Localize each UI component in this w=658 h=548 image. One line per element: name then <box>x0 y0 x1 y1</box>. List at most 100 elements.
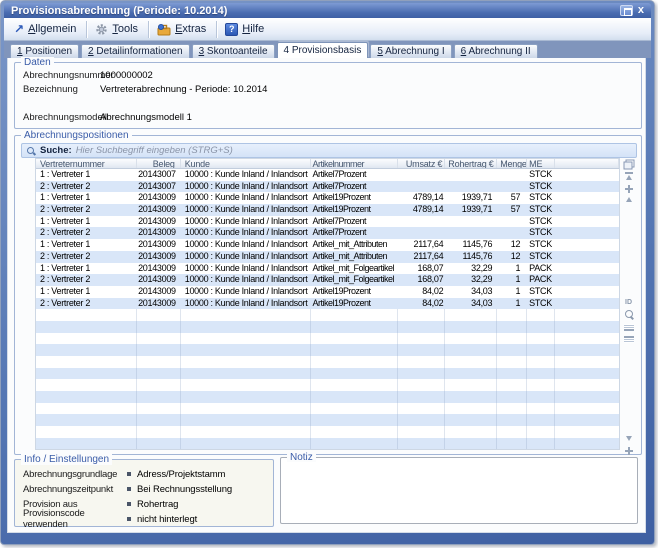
cell <box>497 181 527 193</box>
table-row[interactable]: 2 : Vertreter 22014300910000 : Kunde Inl… <box>36 274 619 286</box>
tab-abrechnung-1[interactable]: 5 Abrechnung I <box>370 44 451 58</box>
cell <box>497 309 527 321</box>
table-row[interactable]: 2 : Vertreter 22014300710000 : Kunde Inl… <box>36 181 619 193</box>
cell: 20143009 <box>137 192 181 204</box>
cell: 10000 : Kunde Inland / Inlandsort <box>181 181 311 193</box>
cell <box>181 356 311 368</box>
table-row[interactable]: 1 : Vertreter 12014300910000 : Kunde Inl… <box>36 286 619 298</box>
page-up-icon[interactable] <box>622 185 635 193</box>
table-row[interactable]: 2 : Vertreter 22014300910000 : Kunde Inl… <box>36 204 619 216</box>
table-row[interactable]: 2 : Vertreter 22014300910000 : Kunde Inl… <box>36 251 619 263</box>
record-id-icon[interactable]: ID <box>622 299 635 306</box>
cell <box>555 263 619 275</box>
cell <box>497 403 527 415</box>
table-row[interactable]: 1 : Vertreter 12014300710000 : Kunde Inl… <box>36 169 619 181</box>
cell <box>311 321 399 333</box>
grid-search-icon[interactable] <box>622 310 635 320</box>
menu-item-extras[interactable]: Extras <box>151 20 214 39</box>
bullet-icon <box>127 502 131 506</box>
cell <box>527 321 555 333</box>
app-window: Provisionsabrechnung (Periode: 10.2014) … <box>0 0 655 545</box>
cell <box>497 333 527 345</box>
cell: 1939,71 <box>445 192 497 204</box>
gear-icon <box>95 23 108 36</box>
cell <box>398 356 445 368</box>
cell <box>555 391 619 403</box>
menu-item-allgemein[interactable]: ↗ Allgemein <box>8 20 84 39</box>
cell <box>311 344 399 356</box>
cell: 2117,64 <box>398 239 445 251</box>
cell <box>398 333 445 345</box>
cell <box>36 344 137 356</box>
cell <box>181 414 311 426</box>
help-icon: ? <box>225 23 238 36</box>
cell: Artikel_mit_Folgeartikel <box>311 274 399 286</box>
column-header-rohertrag-[interactable]: Rohertrag € <box>445 159 497 168</box>
cell <box>311 333 399 345</box>
column-header-menge[interactable]: Menge <box>497 159 527 168</box>
table-row[interactable]: 1 : Vertreter 12014300910000 : Kunde Inl… <box>36 216 619 228</box>
cell <box>445 321 497 333</box>
cell <box>527 391 555 403</box>
cell: 20143009 <box>137 227 181 239</box>
cell <box>497 227 527 239</box>
cell <box>555 333 619 345</box>
cell <box>527 344 555 356</box>
cell <box>137 309 181 321</box>
table-row[interactable]: 2 : Vertreter 22014300910000 : Kunde Inl… <box>36 227 619 239</box>
field-abrechnungsnummer: Abrechnungsnummer 1000000002 <box>23 70 633 82</box>
cell <box>445 333 497 345</box>
notiz-field[interactable] <box>283 462 635 521</box>
cell: STCK <box>527 251 555 263</box>
cell: 1 : Vertreter 1 <box>36 263 137 275</box>
cell: 10000 : Kunde Inland / Inlandsort <box>181 274 311 286</box>
row-up-icon[interactable] <box>622 197 635 202</box>
tab-positionen[interactable]: 1 Positionen <box>10 44 79 58</box>
row-down-icon[interactable] <box>622 436 635 441</box>
grid-sum-icon[interactable] <box>622 324 635 331</box>
column-header-umsatz-[interactable]: Umsatz € <box>398 159 445 168</box>
search-label: Suche: <box>40 145 72 156</box>
field-abrechnungsmodell: Abrechnungsmodell Abrechnungsmodell 1 <box>23 112 633 124</box>
cell: 1 <box>497 286 527 298</box>
cell <box>527 309 555 321</box>
cell <box>36 379 137 391</box>
column-chooser-icon[interactable] <box>622 159 635 170</box>
grid-filter-icon[interactable] <box>622 336 635 343</box>
page-down-icon[interactable] <box>622 447 635 455</box>
restore-button[interactable] <box>620 5 633 16</box>
column-header-me[interactable]: ME <box>527 159 555 168</box>
column-header-kunde[interactable]: Kunde <box>181 159 311 168</box>
column-header-vertreternummer[interactable]: Vertreternummer <box>36 159 137 168</box>
title-bar[interactable]: Provisionsabrechnung (Periode: 10.2014) … <box>4 3 651 18</box>
table-row[interactable]: 1 : Vertreter 12014300910000 : Kunde Inl… <box>36 192 619 204</box>
table-row[interactable]: 2 : Vertreter 22014300910000 : Kunde Inl… <box>36 298 619 310</box>
cell <box>445 379 497 391</box>
table-row[interactable]: 1 : Vertreter 12014300910000 : Kunde Inl… <box>36 239 619 251</box>
menu-item-tools[interactable]: Tools <box>89 20 146 39</box>
menu-item-hilfe[interactable]: ? Hilfe <box>219 20 272 39</box>
column-header-artikelnummer[interactable]: Artikelnummer <box>311 159 399 168</box>
cell: 168,07 <box>398 263 445 275</box>
cell: 1 : Vertreter 1 <box>36 239 137 251</box>
tab-provisionsbasis[interactable]: 4 Provisionsbasis <box>277 42 369 58</box>
search-input[interactable] <box>76 145 636 157</box>
tab-detailinformationen[interactable]: 2 Detailinformationen <box>81 44 190 58</box>
cell <box>398 379 445 391</box>
cell: STCK <box>527 192 555 204</box>
column-header-beleg[interactable]: Beleg <box>137 159 181 168</box>
tab-skontoanteile[interactable]: 3 Skontoanteile <box>192 44 275 58</box>
search-bar[interactable]: Suche: <box>21 143 637 158</box>
daten-group: Daten Abrechnungsnummer 1000000002 Bezei… <box>14 62 642 129</box>
cell <box>555 426 619 438</box>
table-row[interactable]: 1 : Vertreter 12014300910000 : Kunde Inl… <box>36 263 619 275</box>
scroll-to-top-icon[interactable] <box>622 172 635 180</box>
group-label: Info / Einstellungen <box>21 454 112 465</box>
cell <box>527 356 555 368</box>
tab-page: Daten Abrechnungsnummer 1000000002 Bezei… <box>7 58 646 533</box>
cell <box>497 216 527 228</box>
tab-abrechnung-2[interactable]: 6 Abrechnung II <box>454 44 538 58</box>
cell: 32,29 <box>445 263 497 275</box>
empty-row <box>36 426 619 438</box>
close-button[interactable]: x <box>638 5 644 16</box>
